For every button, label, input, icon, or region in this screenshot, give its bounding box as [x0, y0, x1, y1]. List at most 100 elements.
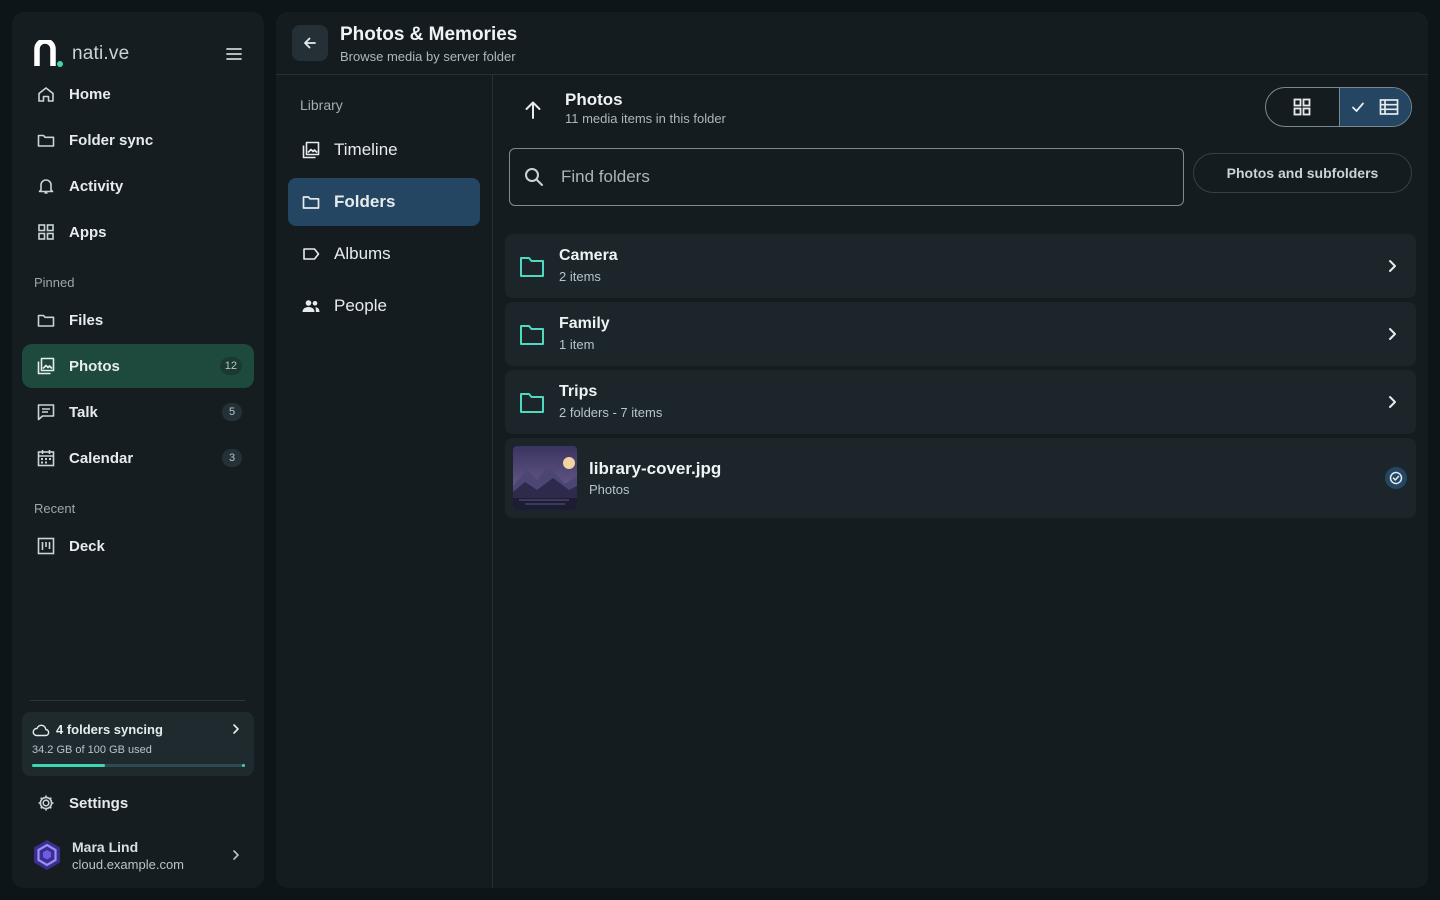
- mountain-landscape-image: [513, 446, 577, 510]
- chevron-right-icon: [1389, 260, 1396, 272]
- folder-icon: [520, 257, 544, 277]
- search-icon: [525, 168, 543, 186]
- home-icon: [38, 87, 54, 102]
- recent-section-label: Recent: [34, 501, 76, 516]
- library-nav: Library Timeline Folders Albums People: [276, 75, 492, 888]
- page-subtitle: Browse media by server folder: [340, 49, 516, 64]
- folder-row-family[interactable]: Family 1 item: [505, 302, 1416, 366]
- count-badge: 5: [222, 403, 242, 421]
- brand-name: nati.ve: [72, 43, 130, 64]
- nav-item-label: Files: [69, 311, 104, 329]
- chevron-right-icon: [233, 850, 239, 860]
- file-name: library-cover.jpg: [589, 459, 722, 478]
- view-mode-toggle: [1265, 87, 1412, 127]
- count-badge: 12: [219, 357, 242, 375]
- chevron-right-icon: [1389, 328, 1396, 340]
- cloud-icon: [32, 724, 50, 737]
- folder-icon: [37, 314, 55, 327]
- folder-meta: 2 items: [559, 269, 601, 284]
- nav-item-label: Settings: [69, 794, 129, 812]
- main-panel: Photos & Memories Browse media by server…: [276, 12, 1428, 888]
- nav-item-label: Talk: [69, 403, 98, 421]
- photos-and-subfolders-button[interactable]: Photos and subfolders: [1193, 153, 1412, 193]
- arrow-left-icon: [304, 37, 316, 49]
- nav-item-files[interactable]: Files: [22, 298, 254, 342]
- nav-item-label: Home: [69, 85, 111, 103]
- folder-icon: [302, 196, 320, 209]
- brand-logo-icon: [34, 40, 63, 67]
- pinned-section-label: Pinned: [34, 275, 75, 290]
- file-row[interactable]: library-cover.jpg Photos: [505, 438, 1416, 518]
- calendar-icon: [37, 450, 55, 467]
- folder-row-camera[interactable]: Camera 2 items: [505, 234, 1416, 298]
- selected-check-icon[interactable]: [1384, 466, 1408, 490]
- grid-view-button[interactable]: [1266, 88, 1339, 126]
- count-badge: 3: [222, 449, 242, 467]
- library-item-label: People: [334, 296, 387, 315]
- current-folder-title: Photos: [565, 90, 623, 109]
- bell-icon: [38, 179, 54, 194]
- nav-item-folder-sync[interactable]: Folder sync: [22, 118, 254, 162]
- divider: [30, 700, 245, 701]
- nav-item-photos[interactable]: Photos 12: [22, 344, 254, 388]
- apps-grid-icon: [38, 224, 54, 240]
- library-item-label: Timeline: [334, 140, 398, 159]
- menu-icon[interactable]: [224, 44, 244, 64]
- nav-item-label: Photos: [69, 357, 120, 375]
- file-location: Photos: [589, 482, 630, 497]
- storage-usage-text: 34.2 GB of 100 GB used: [32, 744, 152, 756]
- current-folder-subtitle: 11 media items in this folder: [565, 111, 726, 126]
- user-host: cloud.example.com: [72, 857, 184, 872]
- nav-item-label: Calendar: [69, 449, 134, 467]
- search-input[interactable]: [561, 167, 1141, 187]
- sync-status-card[interactable]: 4 folders syncing 34.2 GB of 100 GB used: [22, 712, 254, 776]
- tag-icon: [303, 248, 320, 260]
- list-view-button[interactable]: [1338, 88, 1411, 126]
- page-title: Photos & Memories: [340, 24, 518, 45]
- folder-name: Family: [559, 315, 610, 332]
- folder-browser: Photos 11 media items in this folder Pho…: [493, 75, 1428, 888]
- nav-item-label: Activity: [69, 177, 124, 195]
- folder-name: Trips: [559, 383, 598, 400]
- library-item-label: Albums: [334, 244, 391, 263]
- folder-icon: [520, 393, 544, 413]
- storage-progress-end-dot: [242, 764, 245, 767]
- timeline-icon: [302, 141, 320, 159]
- storage-progress-fill: [32, 764, 105, 767]
- grid-icon: [1293, 98, 1311, 116]
- account-row[interactable]: Mara Lind cloud.example.com: [22, 830, 254, 880]
- folder-icon: [520, 325, 544, 345]
- library-item-albums[interactable]: Albums: [288, 230, 480, 278]
- nav-item-apps[interactable]: Apps: [22, 210, 254, 254]
- folder-name: Camera: [559, 247, 618, 264]
- nav-item-talk[interactable]: Talk 5: [22, 390, 254, 434]
- library-item-people[interactable]: People: [288, 282, 480, 330]
- check-icon: [1352, 102, 1365, 112]
- photos-icon: [37, 357, 55, 375]
- image-thumbnail: [513, 446, 577, 510]
- folder-row-trips[interactable]: Trips 2 folders - 7 items: [505, 370, 1416, 434]
- nav-item-calendar[interactable]: Calendar 3: [22, 436, 254, 480]
- people-icon: [302, 300, 320, 312]
- nav-item-deck[interactable]: Deck: [22, 524, 254, 568]
- folder-meta: 1 item: [559, 337, 595, 352]
- nav-item-settings[interactable]: Settings: [22, 781, 254, 825]
- app-sidebar: nati.ve Home Folder sync Activity Apps P…: [12, 12, 264, 888]
- chevron-right-icon: [1389, 396, 1396, 408]
- arrow-up-icon[interactable]: [521, 98, 545, 122]
- search-field[interactable]: [509, 148, 1184, 206]
- nav-item-activity[interactable]: Activity: [22, 164, 254, 208]
- library-item-timeline[interactable]: Timeline: [288, 126, 480, 174]
- storage-progress-bar: [32, 764, 245, 767]
- chat-icon: [37, 404, 55, 421]
- gear-icon: [38, 795, 54, 811]
- library-item-folders[interactable]: Folders: [288, 178, 480, 226]
- nav-item-label: Folder sync: [69, 131, 154, 149]
- back-button[interactable]: [292, 25, 328, 61]
- sync-title: 4 folders syncing: [56, 722, 163, 737]
- nav-item-home[interactable]: Home: [22, 72, 254, 116]
- list-icon: [1379, 99, 1399, 115]
- chevron-right-icon: [233, 724, 239, 734]
- library-section-label: Library: [300, 97, 343, 113]
- brand[interactable]: nati.ve: [34, 40, 129, 68]
